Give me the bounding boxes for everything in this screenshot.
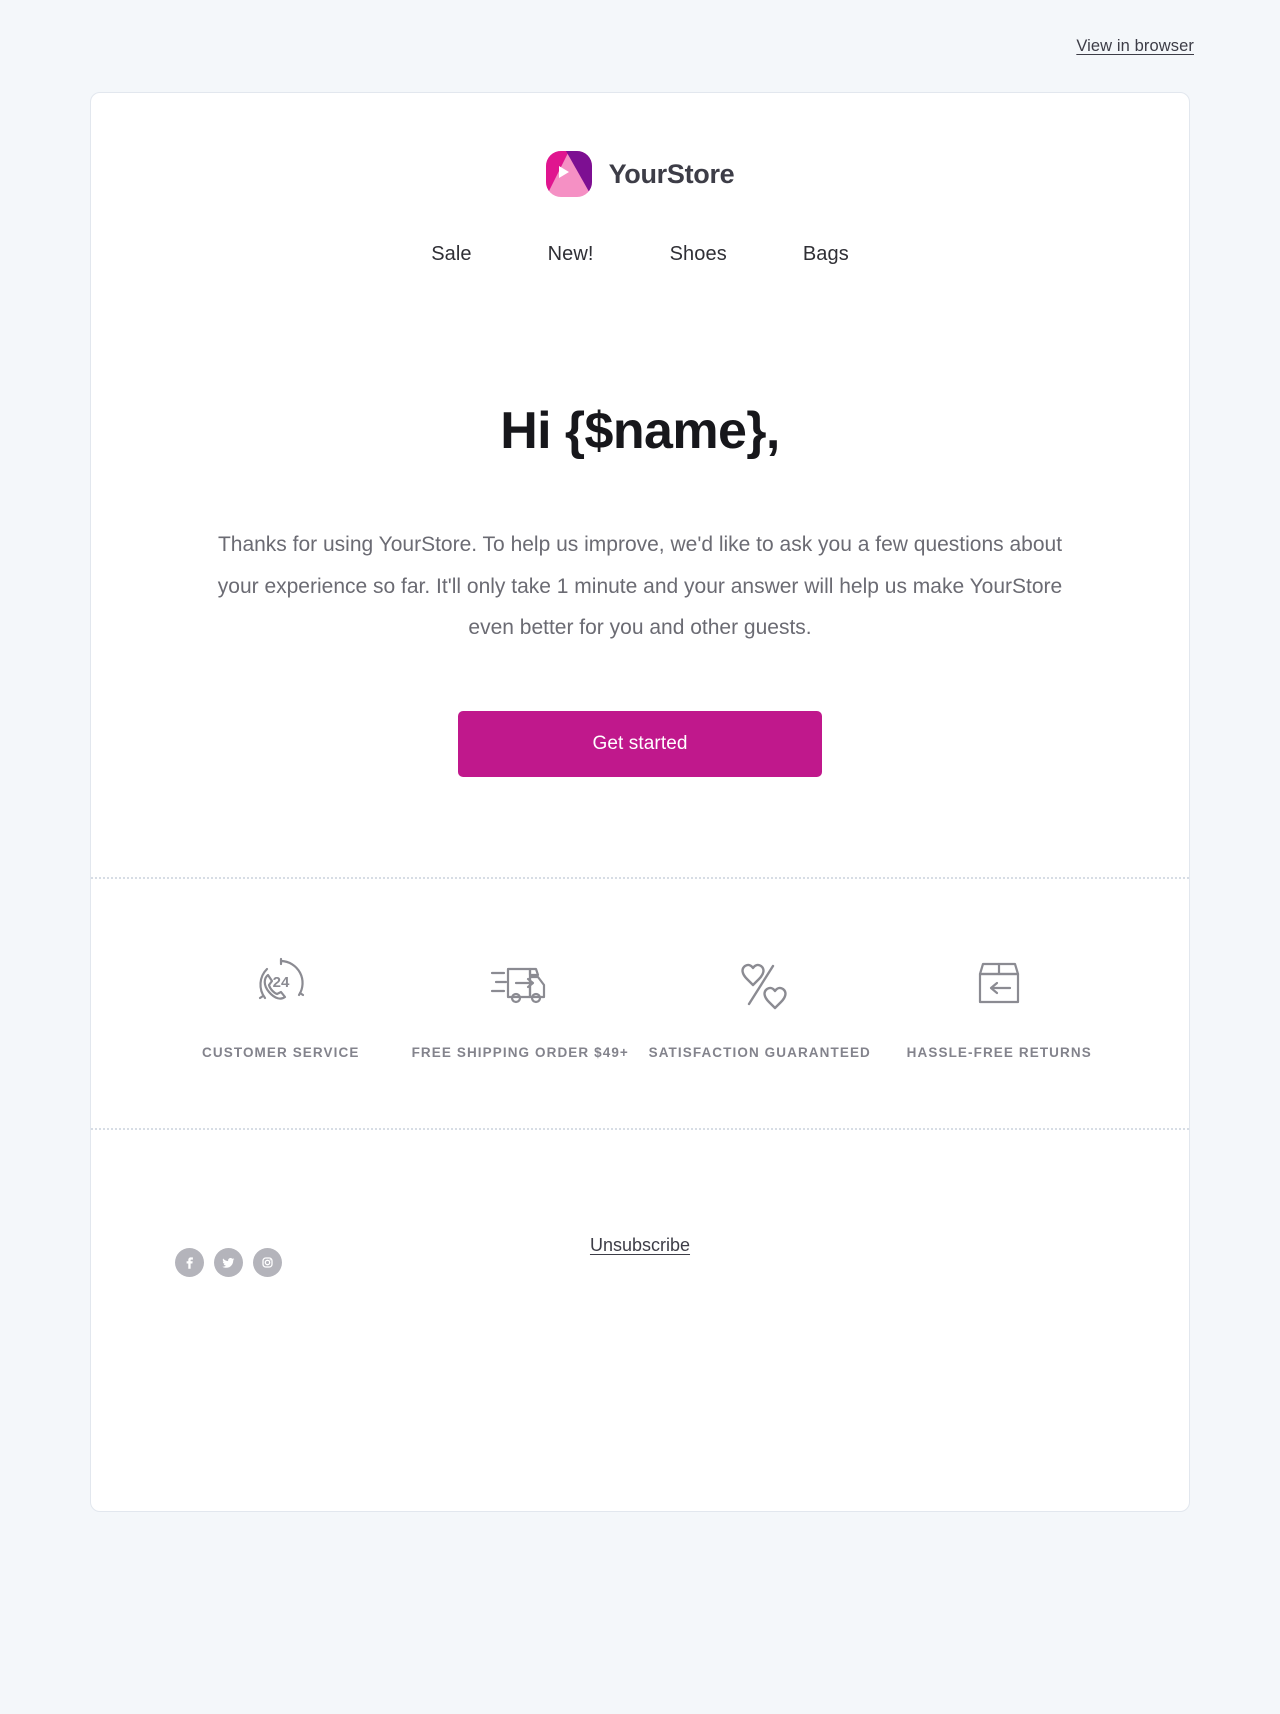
delivery-truck-icon	[401, 951, 641, 1015]
box-return-arrow-icon	[880, 951, 1120, 1015]
nav-item-shoes[interactable]: Shoes	[632, 243, 765, 266]
feature-label: HASSLE-FREE RETURNS	[906, 1044, 1092, 1060]
brand-header: YourStore	[113, 93, 1167, 197]
hero-body-text: Thanks for using YourStore. To help us i…	[217, 533, 1063, 639]
page-title: Hi {$name},	[500, 402, 780, 460]
feature-returns: HASSLE-FREE RETURNS	[880, 951, 1120, 1062]
feature-free-shipping: FREE SHIPPING ORDER $49+	[401, 951, 641, 1062]
cta-container: Get started	[113, 649, 1167, 877]
email-card: YourStore Sale New! Shoes Bags Hi {$name…	[90, 92, 1190, 1512]
navigation-menu: Sale New! Shoes Bags	[113, 243, 1167, 266]
email-preview-page: View in browser YourStore Sale New! Shoe…	[0, 0, 1280, 1714]
instagram-icon[interactable]	[253, 1247, 282, 1277]
nav-item-new[interactable]: New!	[510, 243, 632, 266]
svg-text:24: 24	[272, 974, 289, 991]
facebook-icon[interactable]	[175, 1247, 204, 1277]
view-in-browser-link[interactable]: View in browser	[1076, 37, 1194, 56]
unsubscribe-link[interactable]: Unsubscribe	[590, 1235, 690, 1255]
feature-customer-service: 24 CUSTOMER SERVICE	[161, 951, 401, 1062]
nav-item-bags[interactable]: Bags	[765, 243, 887, 266]
customer-service-24-icon: 24	[161, 951, 401, 1015]
hero-section: Hi {$name}, Thanks for using YourStore. …	[113, 266, 1167, 649]
twitter-icon[interactable]	[214, 1247, 243, 1277]
feature-satisfaction: SATISFACTION GUARANTEED	[640, 951, 880, 1062]
feature-label: CUSTOMER SERVICE	[202, 1044, 360, 1060]
nav-item-sale[interactable]: Sale	[393, 243, 509, 266]
brand-name: YourStore	[608, 158, 735, 189]
social-links	[175, 1247, 282, 1277]
features-row: 24 CUSTOMER SERVICE FREE SHIPPING ORDER …	[113, 879, 1167, 1128]
feature-label: SATISFACTION GUARANTEED	[648, 1044, 871, 1060]
get-started-button[interactable]: Get started	[458, 710, 822, 777]
yourstore-logo-icon	[545, 151, 592, 197]
email-footer: Unsubscribe	[113, 1130, 1167, 1290]
feature-label: FREE SHIPPING ORDER $49+	[411, 1044, 629, 1060]
preheader: View in browser	[0, 0, 1280, 92]
heart-percent-icon	[640, 951, 880, 1015]
